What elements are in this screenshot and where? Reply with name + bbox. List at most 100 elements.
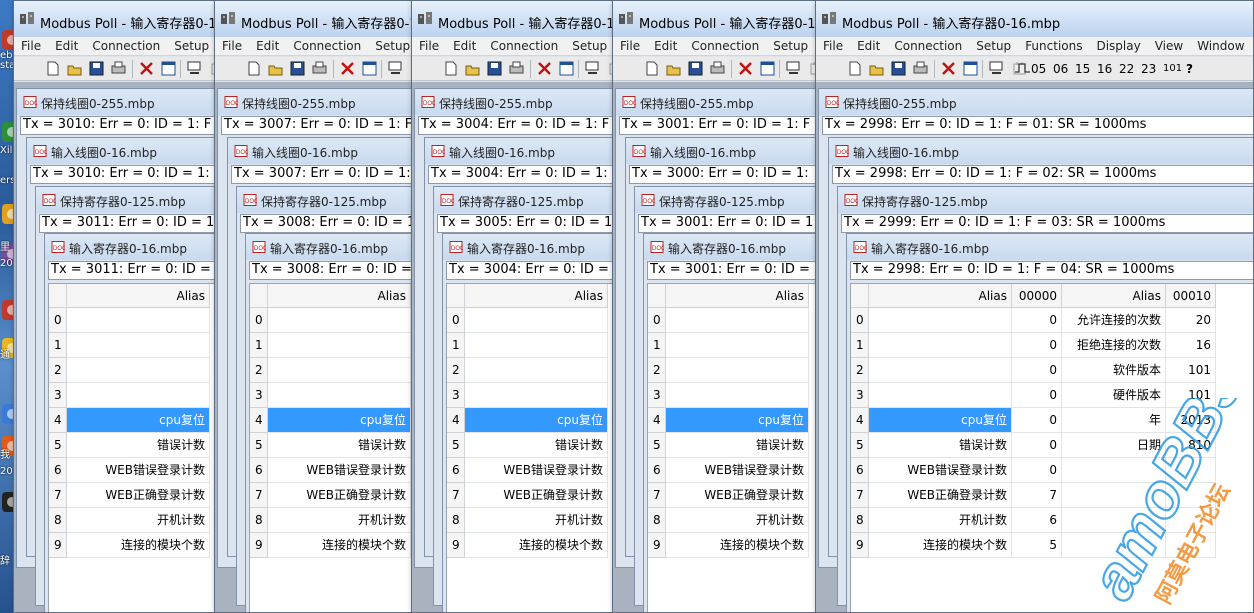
menu-file[interactable]: File	[14, 37, 48, 53]
alias-cell[interactable]	[268, 358, 411, 383]
child-title-bar[interactable]: DOC 输入寄存器0-16.mbp	[45, 234, 240, 260]
child-title-bar[interactable]: DOC 输入线圈0-16.mbp	[228, 138, 438, 164]
alias-cell[interactable]: 错误计数	[268, 433, 411, 458]
value-cell[interactable]: 101	[1166, 383, 1216, 408]
connect-icon[interactable]	[584, 60, 601, 77]
value-cell[interactable]: 101	[1166, 358, 1216, 383]
menu-file[interactable]: File	[816, 37, 850, 53]
connect-icon[interactable]	[387, 60, 404, 77]
menu-display[interactable]: Display	[1089, 37, 1147, 53]
value-cell[interactable]	[1166, 508, 1216, 533]
func-05-button[interactable]: 05	[1031, 62, 1046, 76]
new-icon[interactable]	[643, 60, 660, 77]
alias-cell[interactable]	[869, 383, 1012, 408]
value-cell[interactable]: 0	[1012, 433, 1062, 458]
alias-cell[interactable]: 开机计数	[465, 508, 608, 533]
close-icon[interactable]	[536, 60, 553, 77]
open-icon[interactable]	[464, 60, 481, 77]
menu-connection[interactable]: Connection	[483, 37, 565, 53]
child-title-bar[interactable]: DOC 保持线圈0-255.mbp	[415, 89, 636, 115]
alias-cell[interactable]: 错误计数	[869, 433, 1012, 458]
value-cell[interactable]: 16	[1166, 333, 1216, 358]
alias-cell[interactable]: 错误计数	[67, 433, 210, 458]
value-cell[interactable]: 0	[1012, 333, 1062, 358]
child-title-bar[interactable]: DOC 保持寄存器0-125.mbp	[36, 187, 240, 213]
alias-cell[interactable]	[67, 308, 210, 333]
print-icon[interactable]	[709, 60, 726, 77]
alias-cell[interactable]: WEB错误登录计数	[869, 458, 1012, 483]
open-icon[interactable]	[267, 60, 284, 77]
alias-cell[interactable]: 连接的模块个数	[666, 533, 809, 558]
menu-setup[interactable]: Setup	[969, 37, 1018, 53]
alias-cell[interactable]: 连接的模块个数	[268, 533, 411, 558]
child-title-bar[interactable]: DOC 输入寄存器0-16.mbp	[644, 234, 839, 260]
alias-cell[interactable]: cpu复位	[465, 408, 608, 433]
window-icon[interactable]	[558, 60, 575, 77]
alias-cell[interactable]: WEB错误登录计数	[666, 458, 809, 483]
menu-edit[interactable]: Edit	[446, 37, 483, 53]
menu-setup[interactable]: Setup	[167, 37, 216, 53]
alias-cell[interactable]: 开机计数	[869, 508, 1012, 533]
close-icon[interactable]	[737, 60, 754, 77]
close-icon[interactable]	[339, 60, 356, 77]
child-title-bar[interactable]: DOC 保持寄存器0-125.mbp	[434, 187, 636, 213]
alias-cell[interactable]: 开机计数	[268, 508, 411, 533]
alias-cell[interactable]	[67, 358, 210, 383]
alias-cell[interactable]: WEB正确登录计数	[465, 483, 608, 508]
alias-cell[interactable]: 开机计数	[67, 508, 210, 533]
alias-cell[interactable]: WEB错误登录计数	[268, 458, 411, 483]
title-bar[interactable]: Modbus Poll - 输入寄存器0-16.mbp	[412, 1, 636, 37]
child-title-bar[interactable]: DOC 输入寄存器0-16.mbp	[847, 234, 1253, 260]
menu-file[interactable]: File	[215, 37, 249, 53]
alias-cell[interactable]: 日期	[1062, 433, 1166, 458]
window-icon[interactable]	[962, 60, 979, 77]
alias-cell[interactable]: cpu复位	[869, 408, 1012, 433]
value-cell[interactable]: 0	[1012, 458, 1062, 483]
new-icon[interactable]	[44, 60, 61, 77]
func-101-button[interactable]: 101	[1163, 63, 1182, 74]
alias-cell[interactable]	[666, 333, 809, 358]
waveform-icon[interactable]	[1014, 60, 1031, 77]
alias-cell[interactable]: 错误计数	[666, 433, 809, 458]
alias-cell[interactable]: 软件版本	[1062, 358, 1166, 383]
new-icon[interactable]	[846, 60, 863, 77]
alias-cell[interactable]	[268, 308, 411, 333]
connect-icon[interactable]	[186, 60, 203, 77]
value-cell[interactable]: 810	[1166, 433, 1216, 458]
alias-cell[interactable]	[1062, 458, 1166, 483]
alias-cell[interactable]: 错误计数	[465, 433, 608, 458]
func-23-button[interactable]: 23	[1141, 62, 1156, 76]
new-icon[interactable]	[442, 60, 459, 77]
alias-cell[interactable]	[465, 333, 608, 358]
alias-cell[interactable]: 拒绝连接的次数	[1062, 333, 1166, 358]
menu-setup[interactable]: Setup	[368, 37, 417, 53]
alias-cell[interactable]: 年	[1062, 408, 1166, 433]
title-bar[interactable]: Modbus Poll - 输入寄存器0-16.mbp	[14, 1, 240, 37]
close-icon[interactable]	[138, 60, 155, 77]
alias-cell[interactable]	[1062, 483, 1166, 508]
child-title-bar[interactable]: DOC 保持线圈0-255.mbp	[616, 89, 839, 115]
new-icon[interactable]	[245, 60, 262, 77]
alias-cell[interactable]	[666, 358, 809, 383]
alias-cell[interactable]: 硬件版本	[1062, 383, 1166, 408]
menu-connection[interactable]: Connection	[85, 37, 167, 53]
open-icon[interactable]	[66, 60, 83, 77]
save-icon[interactable]	[890, 60, 907, 77]
alias-cell[interactable]	[67, 383, 210, 408]
menu-connection[interactable]: Connection	[887, 37, 969, 53]
value-cell[interactable]: 7	[1012, 483, 1062, 508]
alias-cell[interactable]: WEB错误登录计数	[67, 458, 210, 483]
alias-cell[interactable]	[869, 358, 1012, 383]
save-icon[interactable]	[88, 60, 105, 77]
value-cell[interactable]	[1166, 533, 1216, 558]
alias-cell[interactable]: cpu复位	[67, 408, 210, 433]
alias-cell[interactable]	[465, 358, 608, 383]
alias-cell[interactable]	[465, 383, 608, 408]
title-bar[interactable]: Modbus Poll - 输入寄存器0-16.mbp	[613, 1, 839, 37]
print-icon[interactable]	[912, 60, 929, 77]
value-cell[interactable]: 0	[1012, 308, 1062, 333]
alias-cell[interactable]	[67, 333, 210, 358]
connect-icon[interactable]	[785, 60, 802, 77]
func-22-button[interactable]: 22	[1119, 62, 1134, 76]
alias-cell[interactable]	[666, 308, 809, 333]
